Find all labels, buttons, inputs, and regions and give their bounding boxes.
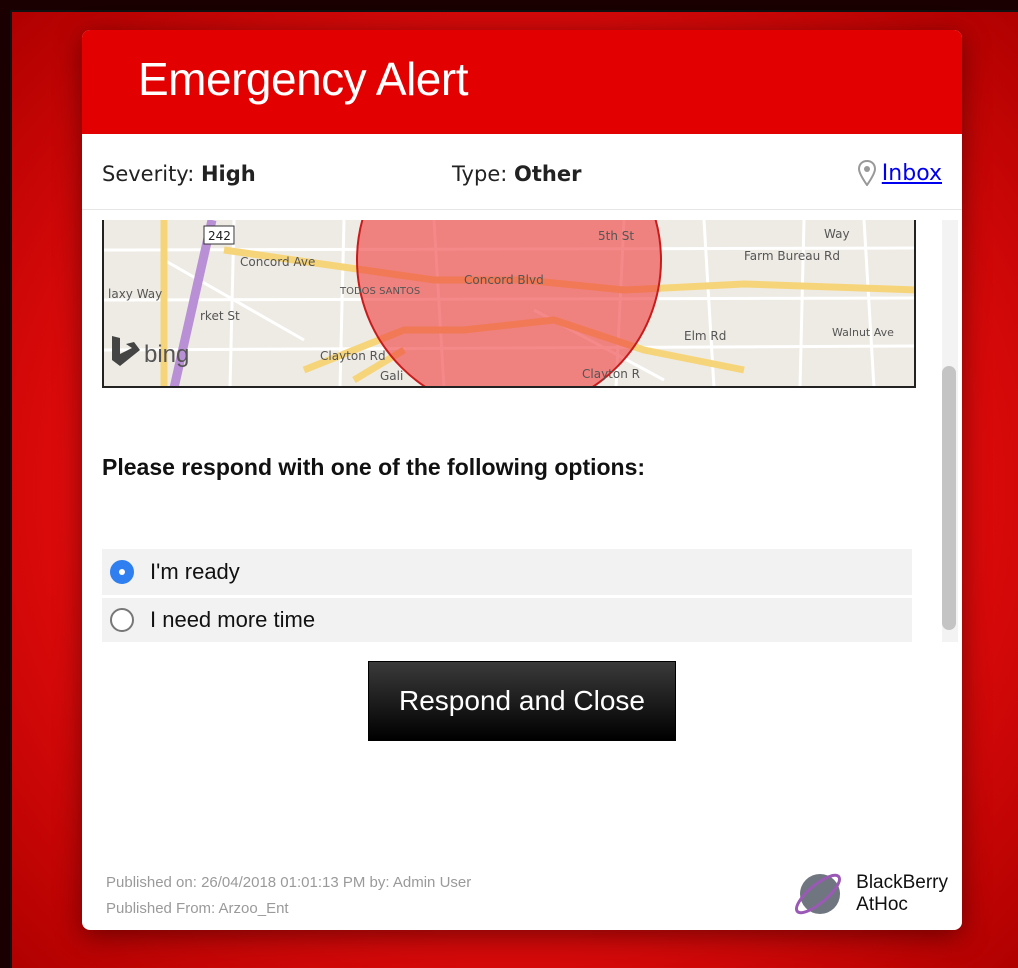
blackberry-athoc-logo: BlackBerry AtHoc: [790, 866, 948, 922]
alert-title: Emergency Alert: [138, 53, 468, 105]
alert-info-bar: Severity: High Type: Other Inbox: [82, 134, 962, 210]
type-label: Type:: [452, 162, 508, 186]
inbox-link[interactable]: Inbox: [882, 161, 942, 186]
brand-line-1: BlackBerry: [856, 872, 948, 893]
severity-value: High: [200, 162, 256, 186]
alert-area-circle: [356, 220, 662, 386]
published-on: Published on: 26/04/2018 01:01:13 PM by:…: [106, 874, 472, 891]
alert-body: 242 Concord Ave TODOS SANTOS Concord Blv…: [82, 210, 932, 642]
map-pin-icon: [857, 160, 876, 186]
published-from: Published From: Arzoo_Ent: [106, 900, 289, 917]
severity-field: Severity: High: [102, 162, 256, 186]
radio-more-time[interactable]: [110, 608, 134, 632]
map-label-gali: Gali: [380, 369, 403, 383]
scrollbar-thumb[interactable]: [942, 366, 956, 630]
response-option-label: I'm ready: [150, 559, 240, 584]
map-label-walnut-ave: Walnut Ave: [832, 326, 894, 339]
brand-line-2: AtHoc: [856, 894, 908, 915]
map-label-market-st: rket St: [200, 309, 240, 323]
response-option-label: I need more time: [150, 607, 316, 632]
map-label-clayton-rd-2: Clayton R: [582, 367, 640, 381]
response-option-ready[interactable]: I'm ready: [102, 549, 912, 595]
athoc-globe-icon: [795, 873, 842, 915]
alert-dialog: Emergency Alert Severity: High Type: Oth…: [82, 30, 962, 930]
map-label-way: Way: [824, 227, 850, 241]
inbox-link-group[interactable]: Inbox: [857, 160, 942, 186]
alert-header: Emergency Alert: [82, 30, 962, 134]
response-option-more-time[interactable]: I need more time: [102, 598, 912, 642]
publish-info: Published on: 26/04/2018 01:01:13 PM by:…: [106, 870, 471, 922]
map-canvas: 242 Concord Ave TODOS SANTOS Concord Blv…: [104, 220, 914, 386]
map-label-elm-rd: Elm Rd: [684, 329, 726, 343]
map-label-todos-santos: TODOS SANTOS: [339, 286, 420, 297]
respond-and-close-button[interactable]: Respond and Close: [368, 661, 676, 741]
severity-label: Severity:: [102, 162, 195, 186]
type-field: Type: Other: [452, 162, 581, 186]
type-value: Other: [514, 162, 582, 186]
alert-map[interactable]: 242 Concord Ave TODOS SANTOS Concord Blv…: [102, 220, 916, 388]
map-label-concord-ave: Concord Ave: [240, 255, 315, 269]
radio-ready[interactable]: [110, 560, 134, 584]
response-prompt: Please respond with one of the following…: [102, 454, 646, 480]
map-label-5th-st: 5th St: [598, 229, 634, 243]
map-label-galaxy-way: laxy Way: [108, 287, 162, 301]
route-shield-label: 242: [208, 229, 231, 243]
map-label-concord-blvd: Concord Blvd: [464, 273, 544, 287]
map-label-farm-bureau-rd: Farm Bureau Rd: [744, 249, 840, 263]
bing-logo-text: bing: [144, 341, 189, 368]
map-label-clayton-rd: Clayton Rd: [320, 349, 386, 363]
